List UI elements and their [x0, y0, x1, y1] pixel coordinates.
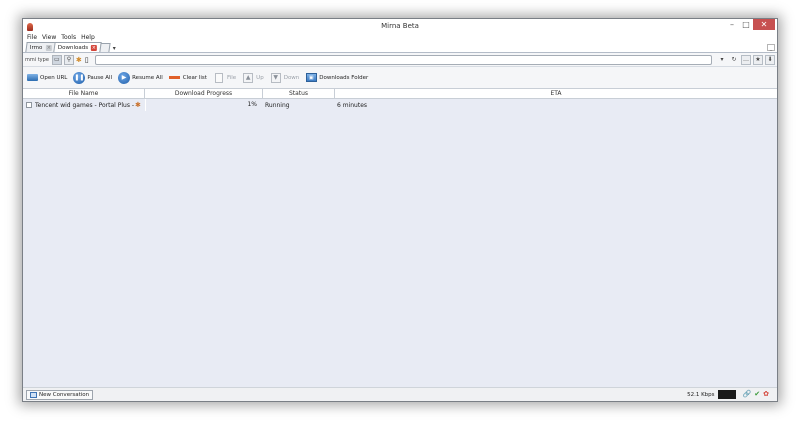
downloads-folder-label: Downloads Folder	[319, 74, 369, 81]
file-name: Tencent wid games - Portal Plus - Game .…	[35, 101, 135, 109]
menu-bar: File View Tools Help	[23, 34, 777, 41]
tab-downloads[interactable]: Downloads ×	[52, 42, 102, 52]
window-controls: – □ ✕	[725, 19, 775, 32]
clear-list-label: Clear list	[182, 74, 207, 81]
downloads-toolbar: Open URL ❚❚ Pause All ▶ Resume All Clear…	[23, 67, 777, 88]
tab-label: Irmo	[29, 44, 43, 51]
folder-icon: ▣	[305, 72, 317, 84]
open-url-icon	[26, 72, 38, 84]
address-actions: ▾ ↻ … ★ ⬇	[715, 54, 775, 65]
menu-help[interactable]: Help	[81, 34, 95, 41]
url-input[interactable]	[94, 54, 712, 65]
pause-all-button[interactable]: ❚❚ Pause All	[73, 71, 112, 85]
new-conversation-label: New Conversation	[39, 391, 90, 398]
menu-view[interactable]: View	[42, 34, 56, 41]
link-icon[interactable]: 🔗	[743, 390, 752, 399]
page-icon[interactable]: ▯	[85, 55, 89, 65]
title-bar: Mirna Beta – □ ✕	[23, 19, 777, 34]
type-label: mmi type	[25, 56, 49, 63]
bookmark-star-icon[interactable]: ✱	[76, 55, 82, 65]
table-body: Tencent wid games - Portal Plus - Game .…	[23, 99, 777, 387]
transfer-speed: 52.1 Kbps	[687, 391, 715, 398]
close-button[interactable]: ✕	[753, 19, 775, 30]
new-conversation-button[interactable]: New Conversation	[26, 389, 94, 400]
open-url-label: Open URL	[40, 74, 68, 81]
gift-icon[interactable]: ✿	[763, 390, 769, 399]
clear-list-button[interactable]: Clear list	[169, 71, 207, 85]
chat-window-icon	[30, 391, 37, 398]
progress-cell: 1%	[145, 99, 263, 111]
arrow-up-icon: ▲	[242, 72, 254, 84]
file-label: File	[226, 74, 237, 81]
speed-graph	[717, 390, 736, 399]
search-icon[interactable]: ⚲	[63, 54, 74, 65]
reload-icon[interactable]: ↻	[729, 55, 739, 65]
table-row[interactable]: Tencent wid games - Portal Plus - Game .…	[23, 99, 777, 111]
clear-icon	[169, 72, 181, 84]
view-mode-button[interactable]: ▭	[51, 54, 62, 65]
address-bar: mmi type ▭ ⚲ ✱ ▯ ▾ ↻ … ★ ⬇	[23, 53, 777, 67]
move-up-label: Up	[256, 74, 264, 81]
column-header-eta[interactable]: ETA	[335, 89, 777, 98]
status-cell: Running	[265, 101, 290, 109]
status-indicators: 52.1 Kbps 🔗 ✔ ✿	[687, 390, 769, 399]
file-icon	[213, 72, 225, 84]
menu-tools[interactable]: Tools	[61, 34, 76, 41]
app-logo-icon	[26, 22, 34, 31]
new-tab-button[interactable]	[99, 43, 111, 52]
move-down-button[interactable]: ▼ Down	[270, 71, 300, 85]
favorites-star-icon[interactable]: ★	[753, 54, 763, 65]
progress-bar	[145, 99, 147, 111]
maximize-button[interactable]: □	[739, 19, 753, 30]
tab-bar: Irmo × Downloads × ▾ _	[23, 41, 777, 53]
connection-status-icon[interactable]: ✔	[754, 390, 760, 399]
progress-text: 1%	[247, 101, 257, 108]
tab-close-icon[interactable]: ×	[90, 44, 97, 51]
row-checkbox[interactable]	[26, 102, 32, 108]
progress-track	[145, 99, 263, 111]
tab-irmo[interactable]: Irmo ×	[25, 42, 57, 52]
tab-list-button[interactable]: _	[767, 44, 775, 51]
downloads-table: File Name Download Progress Status ETA T…	[23, 88, 777, 387]
file-name-cell: Tencent wid games - Portal Plus - Game .…	[23, 99, 145, 111]
column-header-progress[interactable]: Download Progress	[145, 89, 263, 98]
open-url-button[interactable]: Open URL	[26, 71, 67, 85]
options-icon[interactable]: …	[741, 54, 751, 65]
column-header-file-name[interactable]: File Name	[23, 89, 145, 98]
resume-all-button[interactable]: ▶ Resume All	[118, 71, 163, 85]
eta-cell: 6 minutes	[337, 101, 368, 109]
site-favicon-icon: ✱	[135, 101, 141, 109]
minimize-button[interactable]: –	[725, 19, 739, 30]
tab-close-icon[interactable]: ×	[45, 44, 52, 51]
window-title: Mirna Beta	[381, 22, 419, 30]
tab-overflow-icon[interactable]: ▾	[113, 45, 116, 52]
downloads-folder-button[interactable]: ▣ Downloads Folder	[305, 71, 368, 85]
app-window: Mirna Beta – □ ✕ File View Tools Help Ir…	[22, 18, 778, 402]
column-header-status[interactable]: Status	[263, 89, 335, 98]
resume-all-label: Resume All	[132, 74, 163, 81]
download-icon[interactable]: ⬇	[765, 54, 775, 65]
tab-label: Downloads	[57, 44, 88, 51]
pause-icon: ❚❚	[73, 71, 86, 84]
pause-all-label: Pause All	[87, 74, 113, 81]
status-bar: New Conversation 52.1 Kbps 🔗 ✔ ✿	[23, 387, 777, 401]
arrow-down-icon: ▼	[270, 72, 282, 84]
play-icon: ▶	[118, 71, 131, 84]
move-up-button[interactable]: ▲ Up	[242, 71, 264, 85]
move-down-label: Down	[283, 74, 300, 81]
file-button[interactable]: File	[213, 71, 236, 85]
menu-file[interactable]: File	[27, 34, 37, 41]
table-header: File Name Download Progress Status ETA	[23, 88, 777, 99]
dropdown-icon[interactable]: ▾	[717, 55, 727, 65]
